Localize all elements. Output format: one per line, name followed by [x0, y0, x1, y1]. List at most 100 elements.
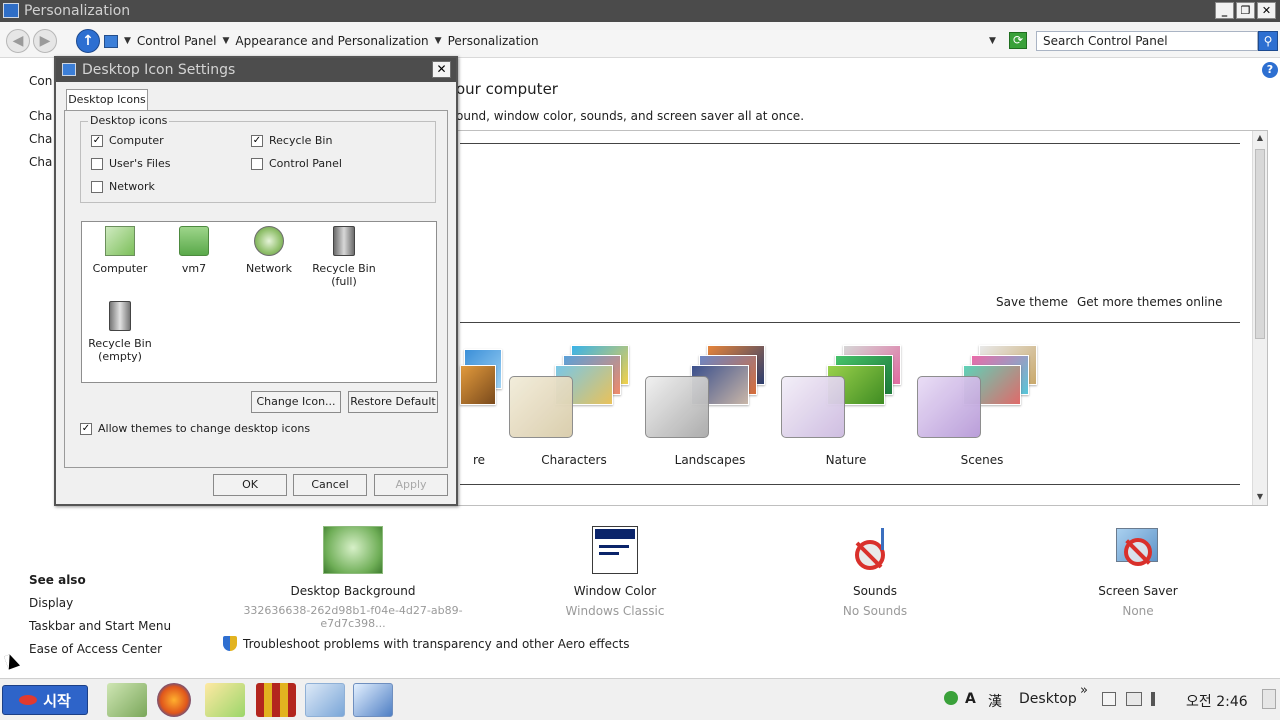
desktop-toolbar[interactable]: Desktop — [1019, 691, 1077, 707]
scroll-down-icon[interactable]: ▼ — [1255, 492, 1265, 501]
vertical-scrollbar[interactable]: ▲ ▼ — [1252, 131, 1267, 505]
recycle-bin-full-icon-item[interactable]: Recycle Bin (full) — [306, 226, 382, 288]
maximize-button[interactable]: ❐ — [1236, 2, 1255, 19]
up-button[interactable]: ↑ — [76, 29, 100, 53]
chevron-down-icon[interactable]: ▼ — [223, 36, 230, 46]
see-also-taskbar[interactable]: Taskbar and Start Menu — [29, 619, 171, 633]
save-theme-link[interactable]: Save theme — [996, 295, 1068, 309]
theme-item[interactable]: Scenes — [917, 343, 1047, 467]
icon-label: vm7 — [181, 262, 207, 275]
show-desktop-button[interactable] — [1262, 689, 1276, 709]
theme-list[interactable]: Save theme Get more themes online re Cha… — [455, 130, 1268, 506]
network-checkbox[interactable]: Network — [91, 180, 155, 193]
chevron-icon[interactable]: » — [1080, 683, 1088, 698]
taskbar: 시작 A 漢 Desktop » 오전 2:46 — [0, 678, 1280, 720]
crumb-appearance[interactable]: Appearance and Personalization — [235, 34, 428, 48]
computer-checkbox[interactable]: ✓ Computer — [91, 134, 164, 147]
help-icon[interactable]: ? — [1262, 62, 1278, 78]
start-label: 시작 — [43, 691, 71, 710]
tab-page: Desktop icons ✓ Computer ✓ Recycle Bin U… — [64, 110, 448, 468]
desktop-background-item[interactable]: Desktop Background 332636638-262d98b1-f0… — [223, 526, 483, 630]
left-link-home[interactable]: Con — [29, 74, 52, 88]
checkbox-box[interactable]: ✓ — [80, 422, 92, 435]
refresh-button[interactable]: ⟳ — [1009, 32, 1027, 49]
volume-icon[interactable] — [1151, 692, 1165, 706]
tab-desktop-icons[interactable]: Desktop Icons — [66, 89, 148, 111]
title-bar: Personalization _ ❐ ✕ — [0, 0, 1280, 22]
search-input[interactable]: Search Control Panel — [1036, 31, 1258, 51]
dialog-close-button[interactable]: ✕ — [432, 61, 451, 78]
chevron-down-icon[interactable]: ▼ — [435, 36, 442, 46]
icon-label: Recycle Bin — [312, 262, 376, 275]
apply-button[interactable]: Apply — [374, 474, 448, 496]
network-icon — [254, 226, 284, 256]
forward-button[interactable]: ▶ — [33, 29, 57, 53]
sounds-item[interactable]: Sounds No Sounds — [805, 526, 945, 618]
taskbar-app-winrar[interactable] — [256, 683, 296, 717]
control-panel-checkbox[interactable]: Control Panel — [251, 157, 342, 170]
recycle-bin-checkbox[interactable]: ✓ Recycle Bin — [251, 134, 332, 147]
start-button[interactable]: 시작 — [2, 685, 88, 715]
computer-icon-item[interactable]: Computer — [82, 226, 158, 275]
left-link-2[interactable]: Cha — [29, 132, 52, 146]
checkbox-box[interactable] — [91, 157, 103, 170]
troubleshoot-link[interactable]: Troubleshoot problems with transparency … — [223, 636, 630, 651]
sounds-value: No Sounds — [842, 604, 908, 618]
scroll-thumb[interactable] — [1255, 149, 1265, 339]
shield-icon — [223, 636, 237, 651]
language-bar-icon[interactable] — [944, 691, 958, 705]
restore-default-button[interactable]: Restore Default — [348, 391, 438, 413]
ime-mode-icon[interactable]: A — [965, 691, 976, 707]
clock[interactable]: 오전 2:46 — [1186, 691, 1248, 711]
get-more-themes-link[interactable]: Get more themes online — [1077, 295, 1223, 309]
taskbar-app-explorer[interactable] — [205, 683, 245, 717]
checkbox-box[interactable] — [91, 180, 103, 193]
divider — [460, 322, 1240, 323]
icon-sublabel: (empty) — [98, 350, 142, 363]
search-icon[interactable]: ⚲ — [1258, 31, 1278, 51]
checkbox-box[interactable]: ✓ — [91, 134, 103, 147]
divider — [460, 143, 1240, 144]
recycle-bin-empty-icon — [109, 301, 131, 331]
theme-item[interactable]: Landscapes — [645, 343, 775, 467]
screen-saver-item[interactable]: Screen Saver None — [1068, 526, 1208, 618]
taskbar-app-personalization[interactable] — [353, 683, 393, 717]
crumb-personalization[interactable]: Personalization — [448, 34, 539, 48]
recycle-bin-empty-icon-item[interactable]: Recycle Bin (empty) — [82, 301, 158, 363]
theme-item[interactable]: Nature — [781, 343, 911, 467]
checkbox-box[interactable] — [251, 157, 263, 170]
minimize-button[interactable]: _ — [1215, 2, 1234, 19]
left-link-1[interactable]: Cha — [29, 109, 52, 123]
taskbar-app-firefox[interactable] — [157, 683, 191, 717]
window-title: Personalization — [24, 3, 131, 19]
window-color-item[interactable]: Window Color Windows Classic — [545, 526, 685, 618]
action-center-icon[interactable] — [1102, 692, 1116, 706]
change-icon-button[interactable]: Change Icon... — [251, 391, 341, 413]
see-also-heading: See also — [29, 573, 86, 587]
window-color-icon — [592, 526, 638, 574]
left-link-3[interactable]: Cha — [29, 155, 52, 169]
see-also-display[interactable]: Display — [29, 596, 73, 610]
network-icon-item[interactable]: Network — [231, 226, 307, 275]
users-files-checkbox[interactable]: User's Files — [91, 157, 170, 170]
theme-item[interactable]: Characters — [509, 343, 639, 467]
hanja-icon[interactable]: 漢 — [988, 691, 1002, 711]
checkbox-box[interactable]: ✓ — [251, 134, 263, 147]
cancel-button[interactable]: Cancel — [293, 474, 367, 496]
taskbar-app-notepad[interactable] — [107, 683, 147, 717]
network-tray-icon[interactable] — [1126, 692, 1142, 706]
allow-themes-checkbox[interactable]: ✓ Allow themes to change desktop icons — [80, 422, 310, 435]
crumb-control-panel[interactable]: Control Panel — [137, 34, 217, 48]
history-dropdown-icon[interactable]: ▼ — [989, 36, 996, 46]
see-also-ease-of-access[interactable]: Ease of Access Center — [29, 642, 162, 656]
desktop-icon-list[interactable]: Computer vm7 Network Recycle Bin (full) … — [81, 221, 437, 383]
taskbar-app-control-panel[interactable] — [305, 683, 345, 717]
back-button[interactable]: ◀ — [6, 29, 30, 53]
icon-label: Recycle Bin — [88, 337, 152, 350]
ok-button[interactable]: OK — [213, 474, 287, 496]
user-folder-icon-item[interactable]: vm7 — [156, 226, 232, 275]
close-button[interactable]: ✕ — [1257, 2, 1276, 19]
icon-sublabel: (full) — [331, 275, 357, 288]
scroll-up-icon[interactable]: ▲ — [1255, 133, 1265, 142]
chevron-down-icon[interactable]: ▼ — [124, 36, 131, 46]
